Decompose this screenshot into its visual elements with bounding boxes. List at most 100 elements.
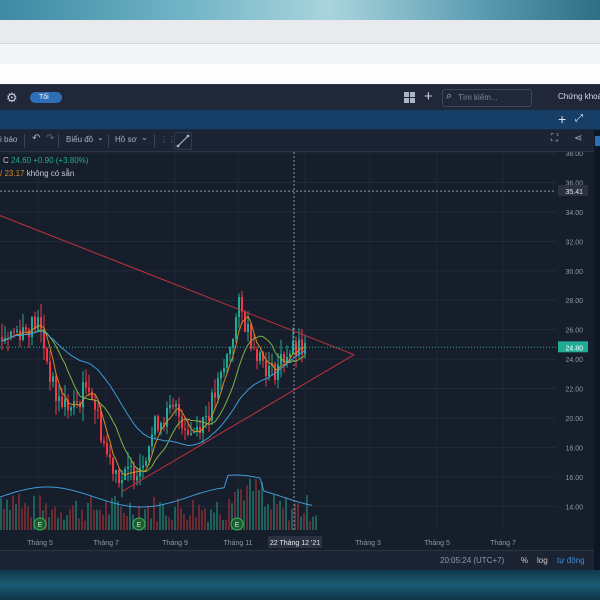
candle-body [253, 348, 255, 350]
price-axis-tick: 16.00 [565, 475, 583, 482]
candle-body [274, 363, 276, 380]
candle-body [250, 323, 252, 349]
volume-bar [270, 509, 272, 530]
volume-bar [96, 509, 98, 530]
divider [24, 134, 25, 148]
volume-bar [174, 506, 176, 530]
ma-short-line [1, 315, 306, 476]
theme-toggle[interactable]: Tối [30, 92, 62, 103]
time-axis-tick: Tháng 9 [162, 540, 188, 547]
volume-bar [216, 501, 218, 530]
event-marker-label: E [235, 522, 240, 529]
volume-bar [219, 514, 221, 530]
price-axis-tick: 18.00 [565, 445, 583, 452]
volume-bar [90, 495, 92, 530]
volume-bar [192, 499, 194, 530]
price-axis-tick: 24.00 [565, 357, 583, 364]
price-axis-tick: 32.00 [565, 239, 583, 246]
expand-icon[interactable]: ⤢ [575, 113, 583, 124]
candle-body [91, 391, 93, 400]
volume-bar [129, 502, 131, 530]
legend-change: +0.90 (+3.80%) [33, 156, 89, 165]
search-icon: ⌕ [446, 90, 453, 102]
legend-ma-status: không có sẵn [26, 169, 75, 178]
volume-bar [60, 512, 62, 530]
volume-bar [183, 514, 185, 530]
legend-close: C 24.60 +0.90 (+3.80%) [3, 156, 88, 165]
clock[interactable]: 20:05:24 (UTC+7) [440, 556, 504, 565]
candle-body [229, 347, 231, 355]
log-scale-button[interactable]: log [537, 556, 548, 565]
chart-area[interactable]: E E E 38.00 36.00 34.00 32.00 30.00 28.00 26.00 24… [0, 151, 594, 550]
market-menu[interactable]: Chứng khoá [558, 92, 600, 101]
candle-body [112, 457, 114, 474]
volume-bar [177, 498, 179, 530]
volume-bar [282, 507, 284, 530]
price-axis-tick: 14.00 [565, 504, 583, 511]
volume-bar [15, 504, 17, 530]
candle-body [118, 469, 120, 484]
legend-close-value: 24.60 [11, 156, 32, 165]
profile-menu[interactable]: Hồ sơ [115, 135, 137, 144]
add-tab-icon[interactable]: + [424, 88, 433, 105]
time-axis-tick: Tháng 11 [223, 540, 252, 547]
gear-icon[interactable]: ⚙ [6, 90, 18, 106]
volume-bar [54, 506, 56, 530]
candle-body [172, 404, 174, 407]
chevron-down-icon: ⌄ [141, 133, 148, 142]
candle-body [70, 407, 72, 411]
app-header: ⚙ Tối + ⌕ Tìm kiếm... Chứng khoá [0, 84, 600, 110]
last-price-label: 24.80 [565, 345, 583, 352]
search-input[interactable]: ⌕ Tìm kiếm... [442, 89, 532, 107]
volume-bar [303, 513, 305, 530]
price-chart[interactable]: E E E38.0036.0034.0032.0030.0028.0026.0024… [0, 151, 594, 550]
volume-bar [285, 497, 287, 530]
candle-body [304, 342, 306, 355]
price-axis-tick: 26.00 [565, 328, 583, 335]
volume-bar [69, 508, 71, 530]
auto-scale-button[interactable]: tự động [557, 556, 585, 565]
volume-bar [120, 506, 122, 530]
candle-body [235, 317, 237, 339]
volume-bar [9, 509, 11, 530]
candle-body [256, 349, 258, 361]
fullscreen-icon[interactable]: ⛶ [551, 133, 558, 144]
page-gap [0, 64, 600, 84]
layout-grid-icon[interactable] [404, 92, 415, 103]
candle-body [208, 416, 210, 421]
volume-bar [279, 500, 281, 530]
candle-body [85, 382, 87, 388]
drawing-menu[interactable]: Biểu đồ [66, 135, 93, 144]
candle-body [244, 311, 246, 332]
candle-body [61, 396, 63, 407]
volume-bar [210, 509, 212, 530]
chart-toolbar: i báo ↶ ↷ Biểu đồ ⌄ Hồ sơ ⌄ ⋮⋮ ⛶ ⋖ [0, 130, 600, 152]
candle-body [25, 327, 27, 330]
volume-bar [117, 501, 119, 530]
percent-scale-button[interactable]: % [521, 556, 528, 565]
volume-bar [3, 508, 5, 530]
volume-bar [168, 517, 170, 530]
panel-tab[interactable] [595, 136, 600, 146]
candle-body [241, 296, 243, 312]
candle-body [94, 399, 96, 410]
candle-body [157, 416, 159, 431]
candle-body [130, 465, 132, 467]
browser-banner [0, 0, 600, 20]
volume-bar [180, 508, 182, 530]
volume-bar [300, 516, 302, 530]
volume-bar [207, 521, 209, 530]
share-icon[interactable]: ⋖ [574, 133, 582, 144]
volume-bar [159, 502, 161, 530]
add-chart-icon[interactable]: + [558, 111, 566, 127]
alert-button[interactable]: i báo [0, 135, 17, 144]
volume-bar [315, 515, 317, 530]
volume-bar [87, 502, 89, 530]
candle-body [16, 330, 18, 333]
candle-body [226, 354, 228, 368]
line-tool-icon[interactable] [174, 132, 192, 150]
candle-body [166, 408, 168, 427]
candle-body [127, 466, 129, 469]
redo-icon[interactable]: ↷ [46, 133, 54, 144]
undo-icon[interactable]: ↶ [32, 133, 40, 144]
